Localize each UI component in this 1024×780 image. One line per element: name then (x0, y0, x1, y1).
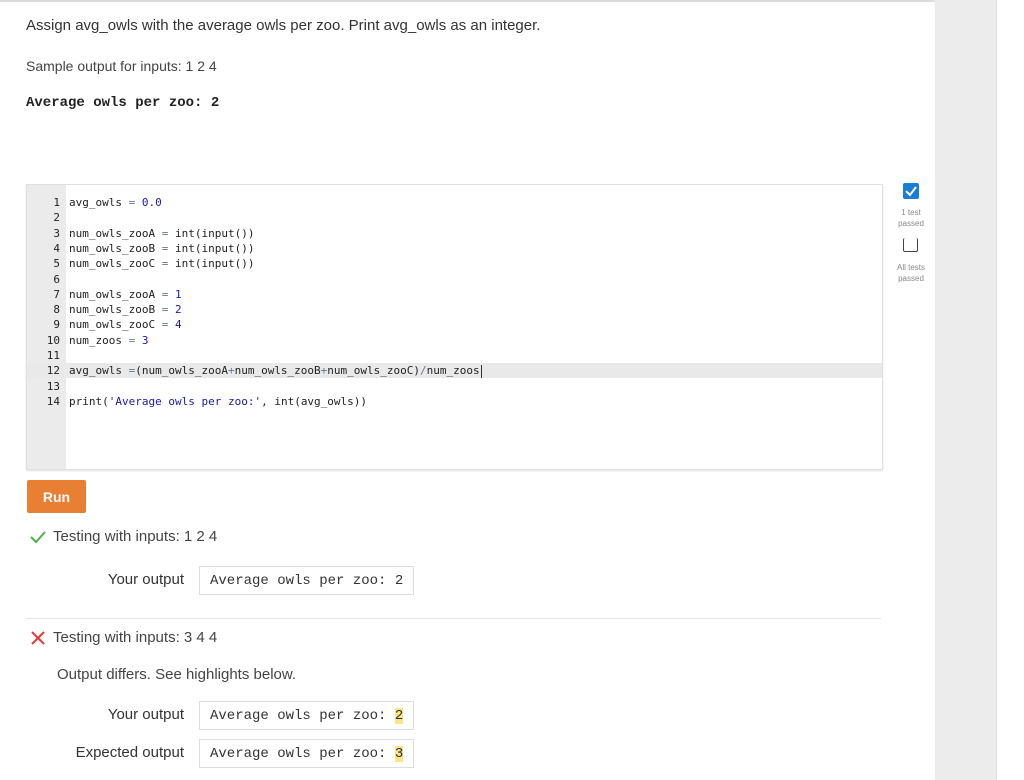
prompt-text: Assign avg_owls with the average owls pe… (26, 17, 541, 34)
cross-icon (31, 631, 45, 645)
code-line[interactable]: 9 num_owls_zooC = 4 (27, 317, 882, 332)
code-line[interactable]: 12 avg_owls =(num_owls_zooA+num_owls_zooB… (27, 363, 882, 379)
your-output-diff-highlight: 2 (394, 707, 404, 724)
code-text[interactable]: avg_owls =(num_owls_zooA+num_owls_zooB+n… (69, 363, 482, 378)
code-line[interactable]: 2 (27, 210, 882, 225)
code-text[interactable]: num_owls_zooC = int(input()) (69, 256, 254, 271)
your-output-text: Average owls per zoo: (210, 707, 395, 724)
sample-output: Average owls per zoo: 2 (26, 95, 220, 111)
expected-output-diff-highlight: 3 (394, 745, 404, 762)
line-number: 9 (53, 318, 60, 332)
page-scrollbar-area (996, 0, 1024, 780)
test-2-your-output: Average owls per zoo: 2 (199, 701, 415, 730)
test-2-your-output-label: Your output (107, 706, 184, 723)
test-1-your-output: Average owls per zoo: 2 (199, 566, 415, 595)
code-line[interactable]: 1 avg_owls = 0.0 (27, 195, 882, 210)
line-number: 14 (46, 394, 60, 408)
top-border (0, 0, 935, 2)
code-line[interactable]: 14 print('Average owls per zoo:', int(avg… (27, 394, 882, 409)
code-text[interactable]: num_owls_zooB = 2 (69, 302, 182, 317)
line-number: 13 (46, 379, 60, 393)
line-number: 12 (46, 364, 60, 378)
code-line[interactable]: 8 num_owls_zooB = 2 (27, 302, 882, 317)
code-line[interactable]: 3 num_owls_zooA = int(input()) (27, 226, 882, 241)
line-number: 7 (53, 287, 60, 301)
code-line[interactable]: 5 num_owls_zooC = int(input()) (27, 256, 882, 271)
check-icon (30, 531, 46, 544)
test-1-your-output-label: Your output (107, 571, 184, 588)
code-line[interactable]: 4 num_owls_zooB = int(input()) (27, 241, 882, 256)
checkbox-empty-icon (903, 238, 918, 252)
code-line[interactable]: 7 num_owls_zooA = 1 (27, 287, 882, 302)
text-cursor (480, 364, 482, 378)
code-text[interactable]: num_zoos = 3 (69, 333, 148, 348)
code-line[interactable]: 6 (27, 272, 882, 287)
code-line[interactable]: 13 (27, 379, 882, 394)
line-number: 4 (53, 241, 60, 255)
all-tests-passed-label: All tests passed (896, 263, 925, 283)
line-number: 5 (53, 257, 60, 271)
one-test-passed-label: 1 test passed (898, 208, 924, 228)
line-number: 8 (53, 303, 60, 317)
line-number: 1 (53, 196, 60, 209)
code-line[interactable]: 11 (27, 348, 882, 363)
test-2-expected-output: Average owls per zoo: 3 (199, 739, 415, 768)
code-text[interactable]: num_owls_zooA = int(input()) (69, 226, 254, 241)
line-number: 10 (46, 333, 60, 347)
test-2-heading: Testing with inputs: 3 4 4 (53, 629, 218, 646)
sample-output-label: Sample output for inputs: 1 2 4 (26, 58, 217, 74)
run-button[interactable]: Run (27, 480, 86, 513)
test-1-heading: Testing with inputs: 1 2 4 (53, 528, 218, 545)
line-number: 6 (53, 272, 60, 286)
test-2-note: Output differs. See highlights below. (57, 666, 297, 683)
code-text[interactable]: num_owls_zooB = int(input()) (69, 241, 254, 256)
line-number: 11 (46, 349, 60, 362)
code-text[interactable]: avg_owls = 0.0 (69, 195, 162, 210)
code-text[interactable]: print('Average owls per zoo:', int(avg_o… (69, 394, 367, 409)
line-number: 3 (53, 226, 60, 240)
lab-panel: Assign avg_owls with the average owls pe… (0, 0, 935, 780)
code-editor[interactable]: 1 avg_owls = 0.0 2 3 num_owls_zooA = int(inp… (26, 184, 883, 470)
expected-output-text: Average owls per zoo: (210, 745, 395, 762)
code-text[interactable]: num_owls_zooA = 1 (69, 287, 182, 302)
code-line[interactable]: 10 num_zoos = 3 (27, 333, 882, 348)
checkbox-checked-icon (903, 183, 919, 199)
code-text[interactable]: num_owls_zooC = 4 (69, 317, 182, 332)
test-2-expected-output-label: Expected output (75, 744, 184, 761)
line-number: 2 (53, 211, 60, 225)
divider (26, 618, 881, 619)
